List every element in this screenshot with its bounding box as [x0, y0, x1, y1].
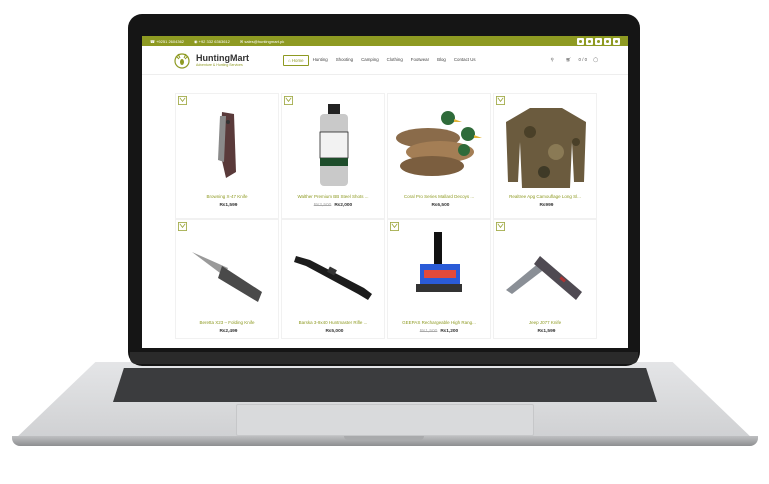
- nav-camping[interactable]: Camping: [357, 55, 383, 66]
- phone-2[interactable]: ◉ +92 332 6363612: [194, 39, 230, 44]
- top-bar: ☎ +9251 2604362 ◉ +92 332 6363612 ✉ sale…: [142, 36, 628, 46]
- duck-decoys-image-icon: [396, 111, 482, 176]
- product-price: ₨2,500 ₨2,000: [313, 203, 353, 208]
- product-name[interactable]: Jeep J077 Knife: [496, 320, 594, 325]
- product-name[interactable]: Browning X-47 Knife: [178, 194, 276, 199]
- trackpad: [236, 404, 534, 436]
- product-card[interactable]: Walther Premium BB Steel Shots ... ₨2,50…: [281, 93, 385, 219]
- nav-clothing[interactable]: Clothing: [383, 55, 407, 66]
- product-price: ₨6,500: [431, 203, 450, 208]
- instagram-icon[interactable]: [595, 37, 602, 45]
- product-price: ₨2,499: [219, 329, 238, 334]
- product-name[interactable]: Realtree Apg Camouflage Long Sl...: [496, 194, 594, 199]
- product-price: ₨1,599: [537, 329, 556, 334]
- laptop-notch: [344, 436, 424, 440]
- cart-button[interactable]: 🛒︎ 0 / 0: [560, 57, 587, 63]
- product-card[interactable]: Beretta X23 – Folding Knife ₨2,499: [175, 219, 279, 339]
- nav-home[interactable]: ⌂ Home: [283, 54, 309, 66]
- product-name[interactable]: Coral Pro Series Mallard Decoys ...: [390, 194, 488, 199]
- pinterest-icon[interactable]: [604, 37, 611, 45]
- knife-image-icon: [218, 112, 236, 178]
- main-nav: ⌂ Home Hunting Shooting Camping Clothing…: [283, 54, 480, 66]
- rifle-scope-image-icon: [294, 256, 372, 300]
- header-tools: ⚲ 🛒︎ 0 / 0 ◯: [545, 57, 599, 63]
- brand-name: HuntingMart: [196, 53, 249, 63]
- nav-shooting[interactable]: Shooting: [332, 55, 357, 66]
- twitter-icon[interactable]: [586, 37, 593, 45]
- facebook-icon[interactable]: [577, 37, 584, 45]
- laptop-hinge: [130, 352, 638, 364]
- product-card[interactable]: Realtree Apg Camouflage Long Sl... ₨999: [493, 93, 597, 219]
- website-screen: ☎ +9251 2604362 ◉ +92 332 6363612 ✉ sale…: [142, 36, 628, 348]
- jeep-knife-image-icon: [506, 256, 582, 300]
- product-price: ₨999: [539, 203, 554, 208]
- logo[interactable]: HuntingMart Adventure & Hunting Services: [172, 51, 249, 69]
- keyboard: [113, 368, 657, 402]
- product-name[interactable]: GEEPAS Rechargeable High Rang...: [390, 320, 488, 325]
- product-card[interactable]: Browning X-47 Knife ₨1,599: [175, 93, 279, 219]
- nav-hunting[interactable]: Hunting: [309, 55, 332, 66]
- site-header: HuntingMart Adventure & Hunting Services…: [142, 46, 628, 75]
- cart-count: 0 / 0: [578, 57, 588, 62]
- cart-icon: 🛒︎: [565, 57, 572, 62]
- nav-blog[interactable]: Blog: [433, 55, 450, 66]
- product-card[interactable]: Coral Pro Series Mallard Decoys ... ₨6,5…: [387, 93, 491, 219]
- product-name[interactable]: Walther Premium BB Steel Shots ...: [284, 194, 382, 199]
- deer-logo-icon: [174, 53, 190, 69]
- product-price: ₨1,599: [219, 203, 238, 208]
- nav-contact[interactable]: Contact Us: [450, 55, 480, 66]
- brand-tagline: Adventure & Hunting Services: [196, 63, 243, 67]
- product-name[interactable]: Barska 3-9x40 Huntmaster Rifle ...: [284, 320, 382, 325]
- product-name[interactable]: Beretta X23 – Folding Knife: [178, 320, 276, 325]
- product-price: ₨1,500 ₨1,200: [419, 329, 459, 334]
- camo-shirt-image-icon: [506, 108, 586, 188]
- product-price: ₨5,000: [325, 329, 344, 334]
- phone-1[interactable]: ☎ +9251 2604362: [150, 39, 184, 44]
- social-links: [575, 37, 620, 45]
- folding-knife-image-icon: [192, 252, 262, 302]
- product-card[interactable]: Jeep J077 Knife ₨1,599: [493, 219, 597, 339]
- youtube-icon[interactable]: [613, 37, 620, 45]
- flashlight-image-icon: [416, 232, 462, 292]
- bb-bottle-image-icon: [319, 104, 349, 186]
- nav-footwear[interactable]: Footwear: [407, 55, 433, 66]
- product-card[interactable]: GEEPAS Rechargeable High Rang... ₨1,500 ₨…: [387, 219, 491, 339]
- email-link[interactable]: ✉ sales@huntingmart.pk: [240, 39, 284, 44]
- product-grid: Browning X-47 Knife ₨1,599 Walther Premi…: [175, 93, 597, 339]
- search-icon[interactable]: ⚲: [551, 57, 554, 63]
- account-icon[interactable]: ◯: [593, 57, 598, 63]
- product-card[interactable]: Barska 3-9x40 Huntmaster Rifle ... ₨5,00…: [281, 219, 385, 339]
